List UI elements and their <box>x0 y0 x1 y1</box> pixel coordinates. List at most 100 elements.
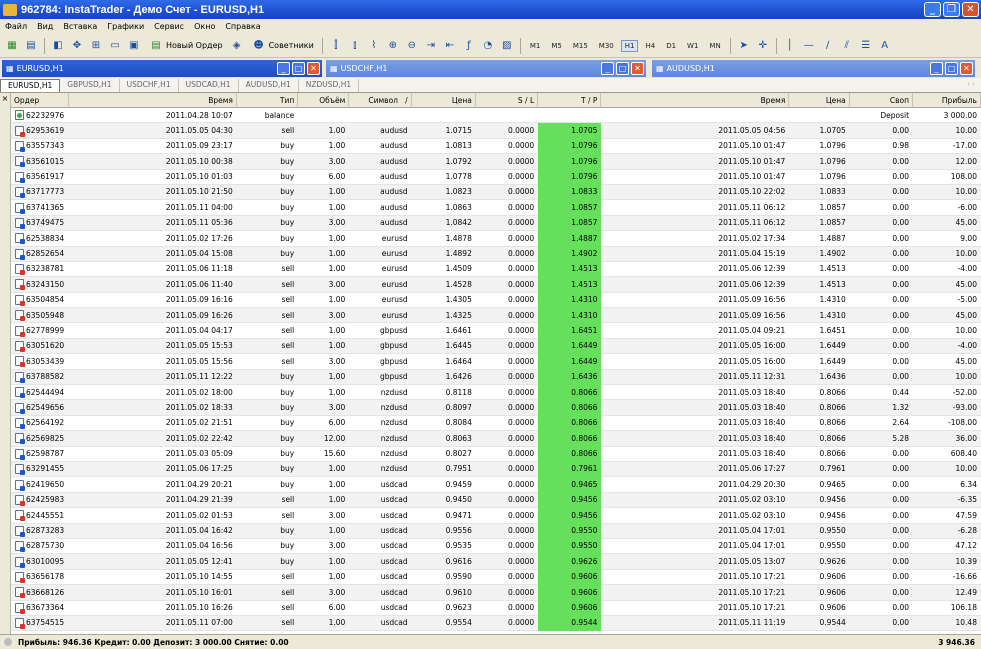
table-row[interactable]: 62569825 2011.05.02 22:42 buy 12.00 nzdusd 0.… <box>11 430 981 447</box>
close-icon[interactable]: ✕ <box>307 62 320 75</box>
market-watch-icon[interactable]: ◧ <box>50 38 66 54</box>
timeframe-m5[interactable]: M5 <box>547 40 566 52</box>
menu-tools[interactable]: Сервис <box>149 22 189 31</box>
trendline-icon[interactable]: ∕ <box>820 38 836 54</box>
chart-shift-icon[interactable]: ⇤ <box>442 38 458 54</box>
chart-window-eurusd[interactable]: ▦ EURUSD,H1 _ □ ✕ <box>2 60 322 77</box>
table-row[interactable]: 63741365 2011.05.11 04:00 buy 1.00 audusd 1.0… <box>11 199 981 216</box>
candlestick-icon[interactable]: ⫾ <box>347 38 363 54</box>
tab-gbpusd[interactable]: GBPUSD,H1 <box>60 79 120 92</box>
minimize-icon[interactable]: _ <box>277 62 290 75</box>
metaeditor-icon[interactable]: ◈ <box>229 38 245 54</box>
column-header-volume[interactable]: Объём <box>298 92 350 108</box>
menu-insert[interactable]: Вставка <box>58 22 102 31</box>
line-chart-icon[interactable]: ⌇ <box>366 38 382 54</box>
timeframe-m1[interactable]: M1 <box>526 40 545 52</box>
indicators-icon[interactable]: ƒ <box>461 38 477 54</box>
timeframe-m15[interactable]: M15 <box>569 40 592 52</box>
table-row[interactable]: 63243150 2011.05.06 11:40 sell 3.00 eurusd 1.… <box>11 276 981 293</box>
column-header-symbol[interactable]: Символ / <box>349 92 412 108</box>
minimize-button[interactable]: _ <box>924 2 941 17</box>
table-row[interactable]: 63291455 2011.05.06 17:25 buy 1.00 nzdusd 0.7… <box>11 461 981 478</box>
fibonacci-icon[interactable]: ☰ <box>858 38 874 54</box>
table-row[interactable]: 63561917 2011.05.10 01:03 buy 6.00 audusd 1.0… <box>11 169 981 185</box>
minimize-icon[interactable]: _ <box>601 62 614 75</box>
new-order-button[interactable]: ▤ Новый Ордер <box>145 37 226 55</box>
table-row[interactable]: 63053439 2011.05.05 15:56 sell 3.00 gbpusd 1.… <box>11 353 981 370</box>
new-chart-icon[interactable]: ▦ <box>4 38 20 54</box>
maximize-button[interactable]: ❐ <box>943 2 960 17</box>
table-row[interactable]: 63749475 2011.05.11 05:36 buy 3.00 audusd 1.0… <box>11 215 981 232</box>
strategy-tester-icon[interactable]: ▣ <box>126 38 142 54</box>
profiles-icon[interactable]: ▤ <box>23 38 39 54</box>
column-header-close-time[interactable]: Время <box>601 92 790 108</box>
text-tool-icon[interactable]: A <box>877 38 893 54</box>
horizontal-line-icon[interactable]: — <box>801 38 817 54</box>
timeframe-d1[interactable]: D1 <box>662 40 680 52</box>
templates-icon[interactable]: ▨ <box>499 38 515 54</box>
column-header-tp[interactable]: T / P <box>538 92 602 108</box>
column-header-profit[interactable]: Прибыль <box>913 92 981 108</box>
table-row[interactable]: 62564192 2011.05.02 21:51 buy 6.00 nzdusd 0.8… <box>11 415 981 432</box>
timeframe-mn[interactable]: MN <box>705 40 724 52</box>
close-button[interactable]: ✕ <box>962 2 979 17</box>
menu-file[interactable]: Файл <box>0 22 32 31</box>
menu-charts[interactable]: Графики <box>102 22 149 31</box>
table-row[interactable]: 63010095 2011.05.05 12:41 buy 1.00 usdcad 0.9… <box>11 553 981 570</box>
table-row[interactable]: 63788582 2011.05.11 12:22 buy 1.00 gbpusd 1.6… <box>11 369 981 386</box>
channel-icon[interactable]: ⫽ <box>839 38 855 54</box>
auto-scroll-icon[interactable]: ⇥ <box>423 38 439 54</box>
column-header-order[interactable]: Ордер <box>11 92 69 108</box>
table-row[interactable]: 62852654 2011.05.04 15:08 buy 1.00 eurusd 1.4… <box>11 246 981 262</box>
table-row[interactable]: 63673364 2011.05.10 16:26 sell 6.00 usdcad 0.… <box>11 600 981 616</box>
table-row[interactable]: 62445551 2011.05.02 01:53 sell 3.00 usdcad 0.… <box>11 507 981 524</box>
menu-view[interactable]: Вид <box>32 22 58 31</box>
table-row[interactable]: 62953619 2011.05.05 04:30 sell 1.00 audusd 1.… <box>11 122 981 139</box>
table-row[interactable]: 63754515 2011.05.11 07:00 sell 1.00 usdcad 0.… <box>11 615 981 632</box>
table-row[interactable]: 63656178 2011.05.10 14:55 sell 1.00 usdcad 0.… <box>11 569 981 586</box>
terminal-icon[interactable]: ▭ <box>107 38 123 54</box>
table-row[interactable]: 62549656 2011.05.02 18:33 buy 3.00 nzdusd 0.8… <box>11 399 981 416</box>
chart-window-audusd[interactable]: ▦ AUDUSD,H1 _ □ ✕ <box>652 60 975 77</box>
table-row[interactable]: 62598787 2011.05.03 05:09 buy 15.60 nzdusd 0.… <box>11 446 981 462</box>
table-row[interactable]: 62873283 2011.05.04 16:42 buy 1.00 usdcad 0.9… <box>11 523 981 539</box>
menu-window[interactable]: Окно <box>189 22 220 31</box>
vertical-line-icon[interactable]: │ <box>782 38 798 54</box>
tab-usdcad[interactable]: USDCAD,H1 <box>179 79 239 92</box>
table-row[interactable]: 63505948 2011.05.09 16:26 sell 3.00 eurusd 1.… <box>11 307 981 324</box>
close-icon[interactable]: ✕ <box>631 62 644 75</box>
table-row[interactable]: 63717773 2011.05.10 21:50 buy 1.00 audusd 1.0… <box>11 184 981 201</box>
navigator-icon[interactable]: ✥ <box>69 38 85 54</box>
table-row[interactable]: 62425983 2011.04.29 21:39 sell 1.00 usdcad 0.… <box>11 492 981 509</box>
bar-chart-icon[interactable]: ⫿ <box>328 38 344 54</box>
table-row[interactable]: 62232976 2011.04.28 10:07 balance Deposit 3 … <box>11 108 981 124</box>
tab-nzdusd[interactable]: NZDUSD,H1 <box>299 79 360 92</box>
cursor-icon[interactable]: ➤ <box>736 38 752 54</box>
column-header-sl[interactable]: S / L <box>476 92 539 108</box>
zoom-in-icon[interactable]: ⊕ <box>385 38 401 54</box>
column-header-close-price[interactable]: Цена <box>789 92 850 108</box>
tab-audusd[interactable]: AUDUSD,H1 <box>239 79 299 92</box>
close-icon[interactable]: ✕ <box>960 62 973 75</box>
zoom-out-icon[interactable]: ⊖ <box>404 38 420 54</box>
column-header-open-price[interactable]: Цена <box>412 92 476 108</box>
chart-window-usdchf[interactable]: ▦ USDCHF,H1 _ □ ✕ <box>326 60 646 77</box>
table-row[interactable]: 62544494 2011.05.02 18:00 buy 1.00 nzdusd 0.8… <box>11 384 981 401</box>
timeframe-m30[interactable]: M30 <box>595 40 618 52</box>
tab-scroll-arrows[interactable]: ‹ › <box>967 80 975 88</box>
column-header-open-time[interactable]: Время <box>69 92 237 108</box>
menu-help[interactable]: Справка <box>220 22 265 31</box>
timeframe-h1[interactable]: H1 <box>620 39 639 52</box>
close-icon[interactable]: × <box>0 93 10 105</box>
table-row[interactable]: 62538834 2011.05.02 17:26 buy 1.00 eurusd 1.4… <box>11 230 981 247</box>
table-row[interactable]: 62875730 2011.05.04 16:56 buy 3.00 usdcad 0.9… <box>11 538 981 555</box>
minimize-icon[interactable]: _ <box>930 62 943 75</box>
table-row[interactable]: 63051620 2011.05.05 15:53 sell 1.00 gbpusd 1.… <box>11 338 981 355</box>
table-row[interactable]: 62778999 2011.05.04 04:17 sell 1.00 gbpusd 1.… <box>11 322 981 339</box>
data-window-icon[interactable]: ⊞ <box>88 38 104 54</box>
timeframe-w1[interactable]: W1 <box>683 40 702 52</box>
timeframe-h4[interactable]: H4 <box>641 40 659 52</box>
tab-eurusd[interactable]: EURUSD,H1 <box>0 79 61 92</box>
restore-icon[interactable]: □ <box>292 62 305 75</box>
restore-icon[interactable]: □ <box>616 62 629 75</box>
